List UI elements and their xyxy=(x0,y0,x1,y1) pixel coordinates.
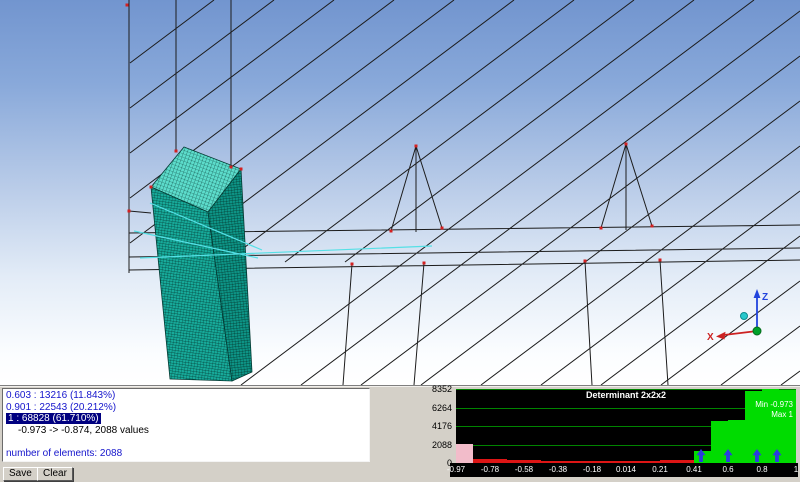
log-lines: 0.603 : 13216 (11.843%) 0.901 : 22543 (20… xyxy=(6,390,366,459)
log-line: -0.973 -> -0.874, 2088 values xyxy=(18,424,149,436)
axis-triad: Z X xyxy=(707,289,768,343)
axis-z-arrowhead xyxy=(753,289,761,298)
log-line: number of elements: 2088 xyxy=(6,447,123,459)
histogram-title: Determinant 2x2x2 xyxy=(585,390,667,400)
x-tick-label: 0.8 xyxy=(756,465,768,474)
rotation-center-ball xyxy=(740,312,748,320)
log-line: 0.901 : 22543 (20.212%) xyxy=(6,401,117,413)
range-marker-arrow xyxy=(723,449,733,462)
x-tick-label: -0.18 xyxy=(582,465,602,474)
y-tick-label: 8352 xyxy=(431,384,452,394)
histogram-bar[interactable] xyxy=(456,444,473,463)
x-tick-label: 0.41 xyxy=(686,465,702,474)
histogram-y-axis: 02088417662648352 xyxy=(376,384,454,468)
range-marker-arrow xyxy=(696,449,706,462)
x-tick-label: -0.97 xyxy=(446,465,466,474)
y-tick-label: 4176 xyxy=(431,421,452,431)
range-marker-arrow xyxy=(752,449,762,462)
histogram-panel: 02088417662648352 Determinant 2x2x2 Min … xyxy=(376,384,800,482)
viewport-3d[interactable]: Z X xyxy=(0,0,800,385)
clear-button[interactable]: Clear xyxy=(37,467,73,481)
axis-x-arrow xyxy=(723,330,754,336)
histogram-min-label: Min -0.973 xyxy=(755,400,793,409)
x-tick-label: 0.21 xyxy=(652,465,668,474)
x-tick-label: 1 xyxy=(793,465,799,474)
y-tick-label: 2088 xyxy=(431,439,452,450)
axis-origin-ball xyxy=(752,326,762,336)
x-tick-label: -0.38 xyxy=(548,465,568,474)
log-line: 0.603 : 13216 (11.843%) xyxy=(6,390,116,401)
x-tick-label: 0.014 xyxy=(615,465,637,474)
histogram-plot[interactable]: Determinant 2x2x2 Min -0.973 Max 1 xyxy=(456,389,796,463)
axis-z-label: Z xyxy=(762,292,768,303)
save-button[interactable]: Save xyxy=(3,467,38,481)
log-line: 1 : 68828 (61.710%) xyxy=(6,413,101,424)
message-log[interactable]: 0.603 : 13216 (11.843%) 0.901 : 22543 (20… xyxy=(2,388,370,462)
x-tick-label: -0.78 xyxy=(480,465,500,474)
viewport-canvas: Z X xyxy=(125,0,800,385)
histogram-minmax: Min -0.973 Max 1 xyxy=(755,400,793,420)
mesh-block[interactable] xyxy=(150,146,253,382)
bottom-panel: 0.603 : 13216 (11.843%) 0.901 : 22543 (20… xyxy=(0,384,800,482)
histogram-max-label: Max 1 xyxy=(771,410,793,419)
x-tick-label: 0.6 xyxy=(722,465,734,474)
y-tick-label: 6264 xyxy=(431,402,452,413)
axis-x-arrowhead xyxy=(716,331,726,340)
axis-x-label: X xyxy=(707,332,714,343)
x-tick-label: -0.58 xyxy=(514,465,534,474)
range-marker-arrow xyxy=(772,449,782,462)
histogram-x-axis: -0.97 -0.78 -0.58 -0.38 -0.18 0.014 0.21 0.41 0.… xyxy=(446,463,799,477)
